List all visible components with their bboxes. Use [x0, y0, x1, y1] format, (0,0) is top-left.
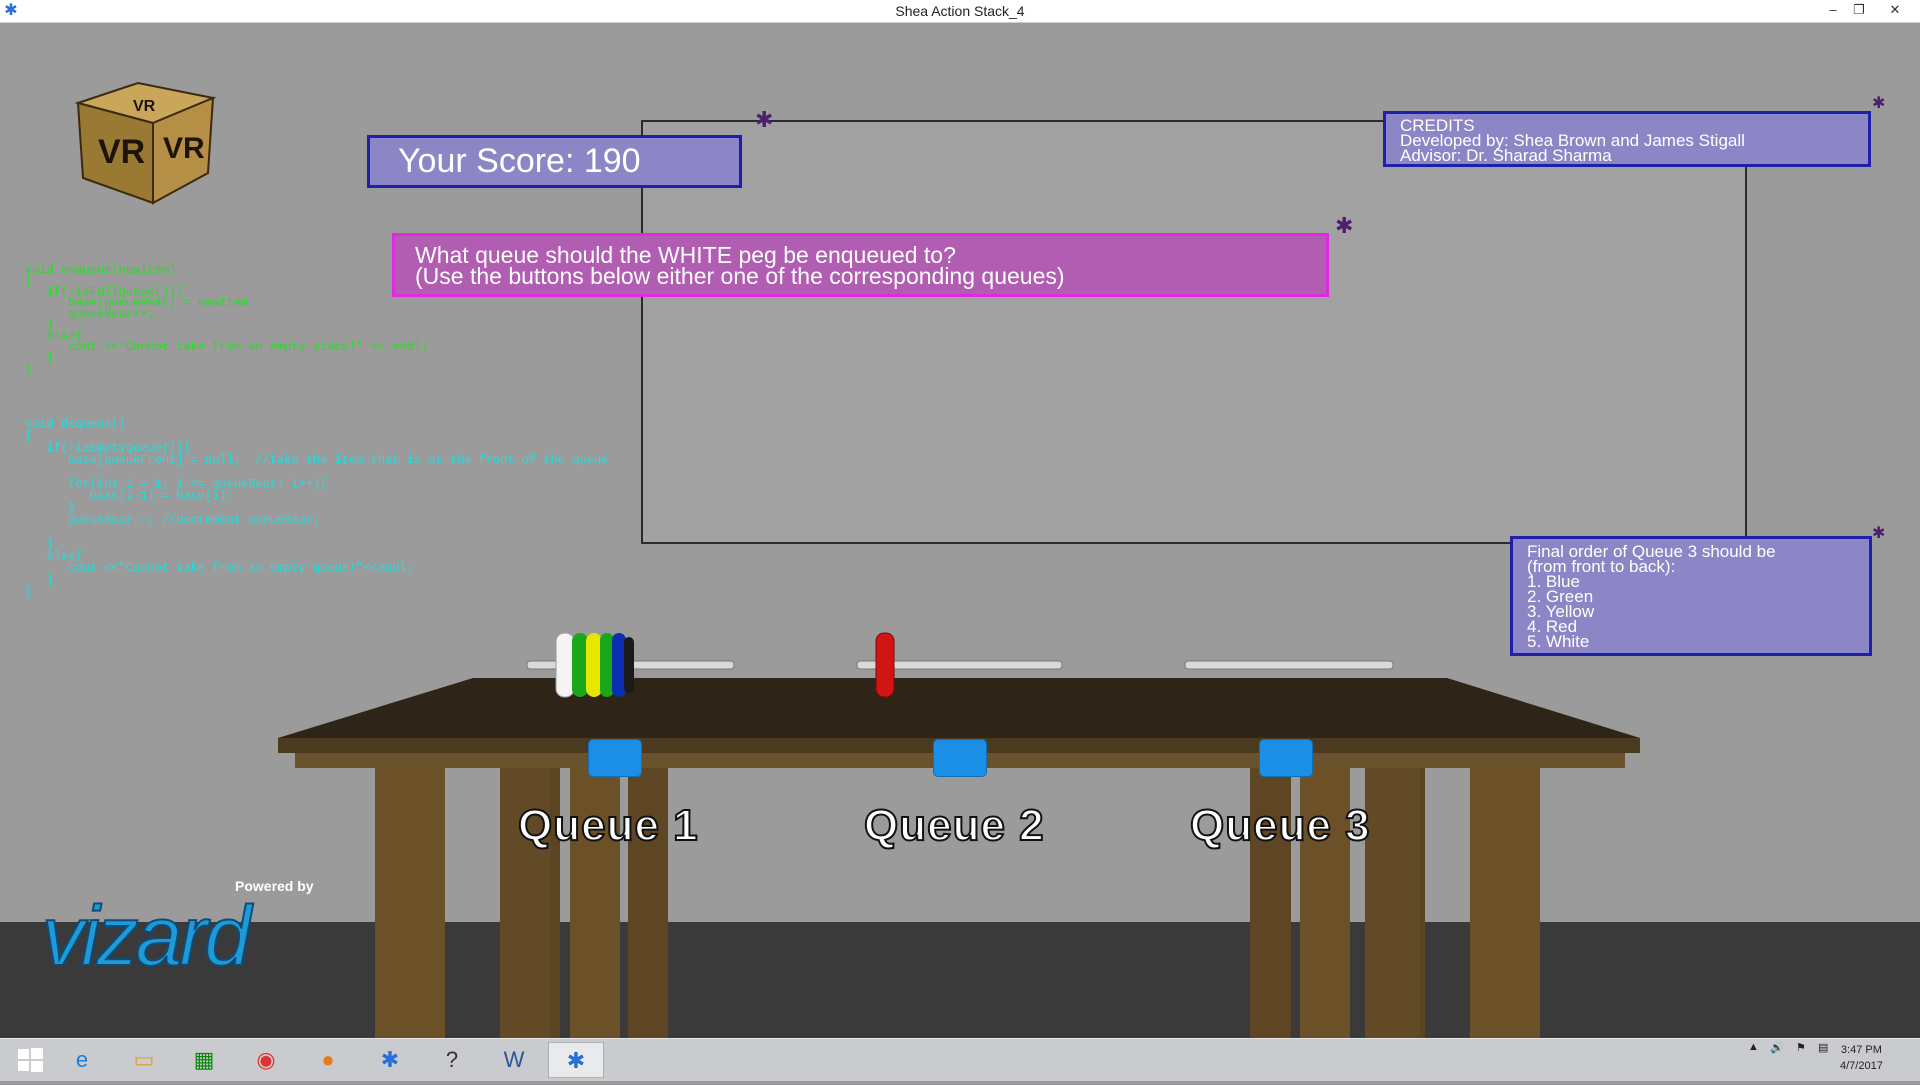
table-leg: [1365, 768, 1420, 1038]
clock-time: 3:47 PM: [1840, 1044, 1882, 1056]
volume-icon[interactable]: 🔊: [1770, 1041, 1784, 1054]
peg-green: [600, 633, 614, 697]
queue-1-label: Queue 1: [517, 800, 699, 851]
queue-3-label: Queue 3: [1189, 800, 1371, 851]
queue-1-pegs: [555, 632, 634, 698]
help-icon[interactable]: ?: [424, 1042, 480, 1078]
flag-icon[interactable]: ⚑: [1796, 1041, 1806, 1054]
table-leg: [375, 768, 445, 1038]
peg-yellow: [586, 633, 602, 697]
scene-viewport[interactable]: ✱ ✱ ✱ ✱ VR VR VR Your Score: 190 What qu…: [0, 23, 1920, 1038]
peg-green: [572, 633, 588, 697]
close-button[interactable]: ✕: [1882, 0, 1908, 22]
table-leg: [1470, 768, 1540, 1038]
internet-explorer-icon[interactable]: e: [54, 1042, 110, 1078]
word-icon[interactable]: W: [486, 1042, 542, 1078]
peg-white: [555, 632, 575, 698]
queue-2-pegs: [875, 632, 895, 698]
queue-1-button[interactable]: [588, 739, 642, 777]
minimize-button[interactable]: –: [1820, 0, 1846, 22]
queue-2-label: Queue 2: [863, 800, 1045, 851]
queue-3-button[interactable]: [1259, 739, 1313, 777]
chrome-icon[interactable]: ◉: [238, 1042, 294, 1078]
title-bar: ✱ Shea Action Stack_4 – ❐ ✕: [0, 0, 1920, 23]
taskbar: e ▭ ▦ ◉ ● ✱ ? W ✱ ▲ 🔊 ⚑ ▤ 3:47 PM 4/7/20…: [0, 1038, 1920, 1081]
peg-red: [875, 632, 895, 698]
clock[interactable]: 3:47 PM 4/7/2017: [1840, 1042, 1883, 1074]
vizard-icon[interactable]: ✱: [548, 1042, 604, 1078]
network-icon[interactable]: ▤: [1818, 1041, 1828, 1054]
clock-date: 4/7/2017: [1840, 1060, 1883, 1072]
queue-2-button[interactable]: [933, 739, 987, 777]
file-explorer-icon[interactable]: ▭: [116, 1042, 172, 1078]
queue-3-rod: [1184, 660, 1394, 670]
vizard-logo: Powered by vizard: [41, 878, 352, 988]
tray-overflow-icon[interactable]: ▲: [1748, 1041, 1759, 1053]
peg-blue: [612, 633, 626, 697]
vizard-wordmark: vizard: [41, 888, 252, 984]
store-icon[interactable]: ▦: [176, 1042, 232, 1078]
restore-button[interactable]: ❐: [1846, 0, 1872, 22]
start-icon[interactable]: [2, 1042, 58, 1078]
firefox-icon[interactable]: ●: [300, 1042, 356, 1078]
window-title: Shea Action Stack_4: [895, 3, 1025, 19]
vizard-icon[interactable]: ✱: [362, 1042, 418, 1078]
